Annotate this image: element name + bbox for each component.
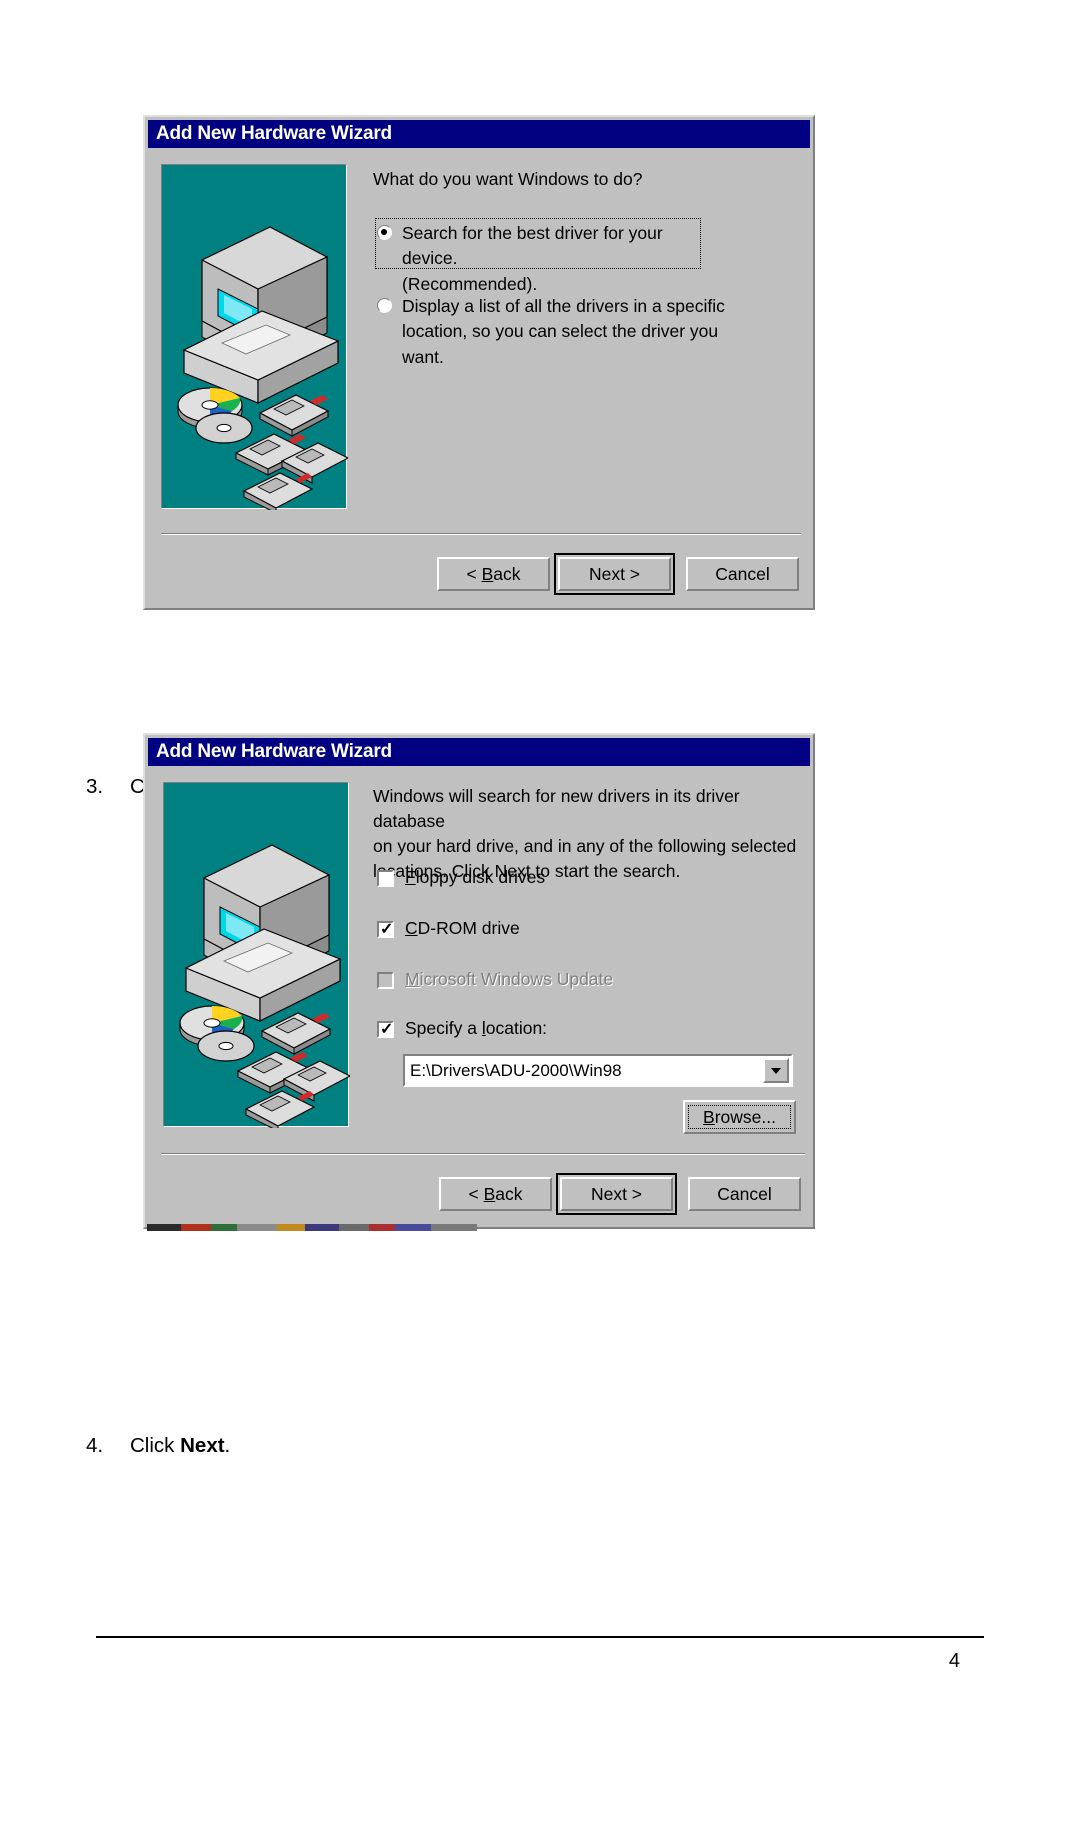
computer-hardware-illustration-icon bbox=[177, 226, 350, 514]
dialog-1-title: Add New Hardware Wizard bbox=[156, 123, 392, 144]
dialog-1-next-label: Next > bbox=[588, 563, 641, 584]
doc-step-4-number: 4. bbox=[86, 1434, 104, 1457]
doc-step-4-text-after: . bbox=[224, 1434, 231, 1457]
location-combobox[interactable]: E:\Drivers\ADU-2000\Win98 bbox=[403, 1054, 793, 1087]
checkbox-specify-a-location-label: Specify a location: bbox=[405, 1018, 548, 1038]
checkbox-cd-rom-drive[interactable]: ✓ bbox=[377, 921, 394, 938]
dialog-1-option-1-label: Search for the best driver for your devi… bbox=[402, 221, 697, 297]
checkbox-row-cd-rom-drive[interactable]: ✓ CD-ROM drive bbox=[377, 918, 677, 943]
page-number: 4 bbox=[948, 1650, 960, 1672]
dialog-2-separator bbox=[161, 1153, 805, 1155]
computer-hardware-illustration-icon bbox=[179, 844, 352, 1132]
option-1-line-1: Search for the best driver for your devi… bbox=[402, 223, 663, 269]
checkbox-row-floppy-disk-drives[interactable]: Floppy disk drives bbox=[377, 867, 677, 892]
dialog-1-option-1[interactable]: Search for the best driver for your devi… bbox=[377, 222, 697, 294]
checkbox-specify-a-location[interactable]: ✓ bbox=[377, 1021, 394, 1038]
dialog-2-back-button[interactable]: < Back bbox=[439, 1177, 552, 1211]
dialog-1-next-button[interactable]: Next > bbox=[558, 557, 671, 591]
option-2-line-2: location, so you can select the driver y… bbox=[402, 321, 719, 367]
checkbox-floppy-disk-drives[interactable] bbox=[377, 870, 394, 887]
dialog-1-option-2[interactable]: Display a list of all the drivers in a s… bbox=[377, 295, 737, 367]
scan-artifact-strip bbox=[147, 1224, 477, 1231]
add-new-hardware-wizard-dialog-2[interactable]: Add New Hardware Wizard Windows will sea… bbox=[143, 733, 815, 1231]
checkbox-microsoft-windows-update-label: Microsoft Windows Update bbox=[405, 969, 614, 989]
checkbox-row-specify-a-location[interactable]: ✓ Specify a location: bbox=[377, 1018, 677, 1043]
doc-step-4-text-before: Click bbox=[130, 1434, 181, 1457]
radio-display-driver-list[interactable] bbox=[377, 298, 392, 313]
dialog-1-option-2-label: Display a list of all the drivers in a s… bbox=[402, 294, 737, 370]
dialog-2-back-label: < Back bbox=[468, 1183, 523, 1204]
dialog-1-art-panel bbox=[162, 165, 350, 514]
dialog-1-next-button-default-border: Next > bbox=[554, 553, 675, 595]
location-combobox-value: E:\Drivers\ADU-2000\Win98 bbox=[410, 1060, 622, 1080]
dialog-2-next-button[interactable]: Next > bbox=[560, 1177, 673, 1211]
dialog-1-separator bbox=[161, 533, 801, 535]
browse-button[interactable]: Browse... bbox=[683, 1100, 796, 1134]
browse-button-focus-rect bbox=[688, 1105, 791, 1129]
dialog-2-art-panel bbox=[164, 783, 352, 1132]
dialog-1-back-label: < Back bbox=[466, 563, 521, 584]
dialog-2-next-button-default-border: Next > bbox=[556, 1173, 677, 1215]
radio-search-best-driver[interactable] bbox=[377, 225, 392, 240]
dialog-1-cancel-button[interactable]: Cancel bbox=[686, 557, 799, 591]
checkbox-floppy-disk-drives-label: Floppy disk drives bbox=[405, 867, 546, 887]
doc-step-4: 4. Click Next. bbox=[86, 1434, 230, 1458]
doc-step-3-number: 3. bbox=[86, 775, 104, 798]
dialog-1-back-button[interactable]: < Back bbox=[437, 557, 550, 591]
dialog-1-cancel-label: Cancel bbox=[715, 563, 770, 584]
dialog-1-titlebar: Add New Hardware Wizard bbox=[148, 120, 810, 148]
dialog-2-titlebar: Add New Hardware Wizard bbox=[148, 738, 810, 766]
dialog-2-next-label: Next > bbox=[590, 1183, 643, 1204]
dialog-2-cancel-label: Cancel bbox=[717, 1183, 772, 1204]
chevron-down-icon[interactable] bbox=[763, 1058, 789, 1083]
footer-rule bbox=[96, 1636, 984, 1638]
doc-step-4-bold: Next bbox=[180, 1434, 225, 1457]
dialog-1-art-frame bbox=[161, 164, 350, 514]
add-new-hardware-wizard-dialog-1[interactable]: Add New Hardware Wizard What do you want… bbox=[143, 115, 815, 610]
option-1-line-2: (Recommended). bbox=[402, 273, 538, 294]
option-2-line-1: Display a list of all the drivers in a s… bbox=[402, 296, 725, 316]
checkbox-microsoft-windows-update bbox=[377, 972, 394, 989]
dialog-2-cancel-button[interactable]: Cancel bbox=[688, 1177, 801, 1211]
dialog-2-art-frame bbox=[163, 782, 352, 1132]
checkbox-row-microsoft-windows-update: Microsoft Windows Update bbox=[377, 969, 697, 994]
dialog-2-prompt-line-2: on your hard drive, and in any of the fo… bbox=[373, 835, 797, 856]
dialog-2-title: Add New Hardware Wizard bbox=[156, 741, 392, 762]
dialog-2-prompt-line-1: Windows will search for new drivers in i… bbox=[373, 786, 740, 831]
checkbox-cd-rom-drive-label: CD-ROM drive bbox=[405, 918, 520, 938]
dialog-1-prompt: What do you want Windows to do? bbox=[373, 169, 643, 189]
